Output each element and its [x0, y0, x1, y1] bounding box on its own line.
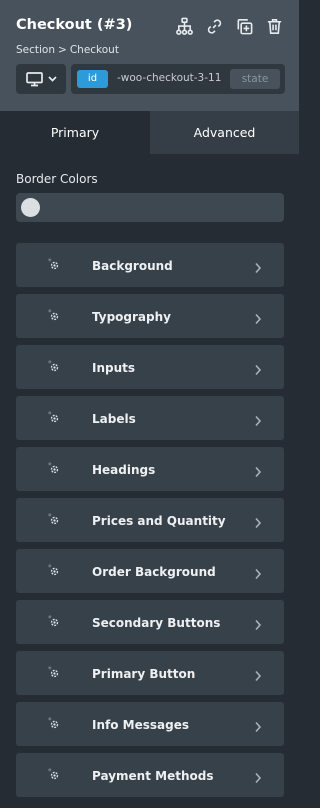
breadcrumb-separator: > — [58, 44, 67, 56]
control-group-headings[interactable]: Headings — [16, 447, 284, 491]
desktop-icon — [25, 71, 43, 86]
duplicate-icon[interactable] — [234, 16, 255, 37]
control-group-label: Background — [92, 259, 173, 273]
border-colors-label: Border Colors — [16, 172, 98, 186]
gear-icon — [47, 767, 62, 782]
control-group-label: Primary Button — [92, 667, 196, 681]
gear-icon — [47, 716, 62, 731]
color-swatch[interactable] — [21, 198, 40, 217]
breadcrumb: Section > Checkout — [16, 44, 119, 56]
link-icon[interactable] — [204, 16, 225, 37]
tab-bar: Primary Advanced — [0, 111, 299, 154]
chevron-right-icon — [254, 514, 262, 529]
gear-icon — [47, 512, 62, 527]
chevron-right-icon — [254, 412, 262, 427]
page-title: Checkout (#3) — [16, 17, 133, 33]
control-group-payment-methods[interactable]: Payment Methods — [16, 753, 284, 797]
panel-header: Checkout (#3) Section > Checkout id -woo-c… — [0, 0, 299, 111]
chevron-down-icon — [47, 76, 57, 82]
chevron-right-icon — [254, 361, 262, 376]
chevron-right-icon — [254, 769, 262, 784]
control-group-label: Headings — [92, 463, 156, 477]
control-group-label: Prices and Quantity — [92, 514, 226, 528]
gear-icon — [47, 614, 62, 629]
control-group-label: Labels — [92, 412, 136, 426]
control-group-label: Inputs — [92, 361, 136, 375]
device-dropdown[interactable] — [16, 64, 66, 94]
control-group-label: Info Messages — [92, 718, 189, 732]
control-group-prices-and-quantity[interactable]: Prices and Quantity — [16, 498, 284, 542]
control-group-labels[interactable]: Labels — [16, 396, 284, 440]
control-group-label: Secondary Buttons — [92, 616, 221, 630]
selector-value[interactable]: -woo-checkout-3-11 — [117, 72, 227, 84]
chevron-right-icon — [254, 463, 262, 478]
gear-icon — [47, 308, 62, 323]
id-tag[interactable]: id — [77, 70, 108, 88]
gear-icon — [47, 359, 62, 374]
control-group-label: Order Background — [92, 565, 216, 579]
trash-icon[interactable] — [264, 16, 285, 37]
gear-icon — [47, 257, 62, 272]
tab-primary[interactable]: Primary — [0, 111, 150, 154]
control-group-secondary-buttons[interactable]: Secondary Buttons — [16, 600, 284, 644]
control-group-background[interactable]: Background — [16, 243, 284, 287]
tab-advanced[interactable]: Advanced — [150, 111, 299, 154]
gear-icon — [47, 410, 62, 425]
breadcrumb-item[interactable]: Checkout — [70, 44, 119, 56]
control-group-order-background[interactable]: Order Background — [16, 549, 284, 593]
control-group-label: Payment Methods — [92, 769, 214, 783]
control-group-inputs[interactable]: Inputs — [16, 345, 284, 389]
chevron-right-icon — [254, 310, 262, 325]
gear-icon — [47, 665, 62, 680]
chevron-right-icon — [254, 616, 262, 631]
state-button[interactable]: state — [230, 69, 280, 89]
border-color-field[interactable] — [16, 193, 284, 222]
control-group-label: Typography — [92, 310, 171, 324]
control-group-info-messages[interactable]: Info Messages — [16, 702, 284, 746]
gear-icon — [47, 563, 62, 578]
chevron-right-icon — [254, 259, 262, 274]
chevron-right-icon — [254, 565, 262, 580]
gear-icon — [47, 461, 62, 476]
chevron-right-icon — [254, 667, 262, 682]
control-group-primary-button[interactable]: Primary Button — [16, 651, 284, 695]
breadcrumb-item[interactable]: Section — [16, 44, 55, 56]
css-selector-field[interactable]: id -woo-checkout-3-11 state — [71, 64, 285, 94]
structure-icon[interactable] — [174, 16, 195, 37]
control-group-typography[interactable]: Typography — [16, 294, 284, 338]
chevron-right-icon — [254, 718, 262, 733]
header-toolbar — [174, 16, 285, 37]
